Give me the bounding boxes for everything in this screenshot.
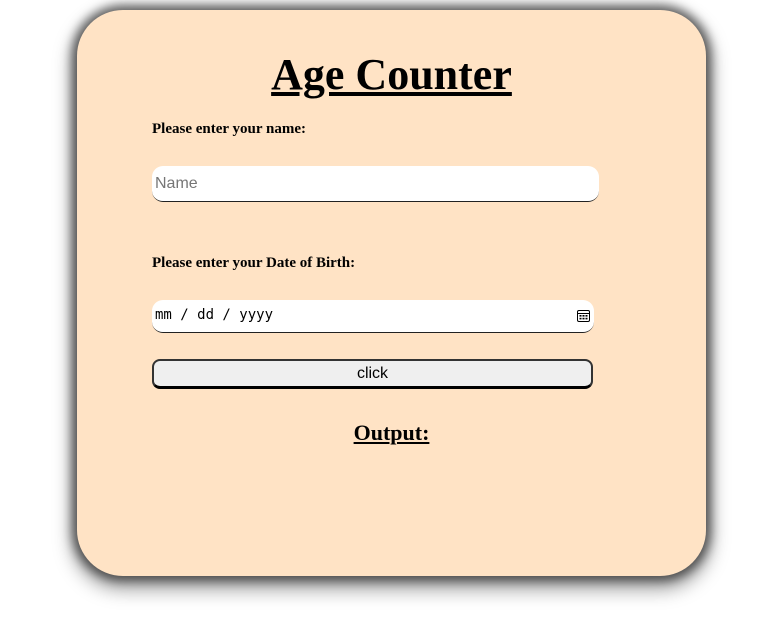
age-counter-card: Age Counter Please enter your name: Plea… (77, 10, 706, 576)
calendar-icon[interactable] (577, 309, 590, 322)
name-input[interactable] (152, 166, 599, 202)
dob-input[interactable]: mm / dd / yyyy (152, 300, 594, 333)
name-label: Please enter your name: (152, 121, 306, 137)
dob-label: Please enter your Date of Birth: (152, 255, 356, 271)
dob-placeholder: mm / dd / yyyy (155, 307, 274, 323)
page-title: Age Counter (271, 50, 512, 99)
output-heading: Output: (353, 420, 430, 445)
submit-button[interactable]: click (152, 359, 593, 389)
